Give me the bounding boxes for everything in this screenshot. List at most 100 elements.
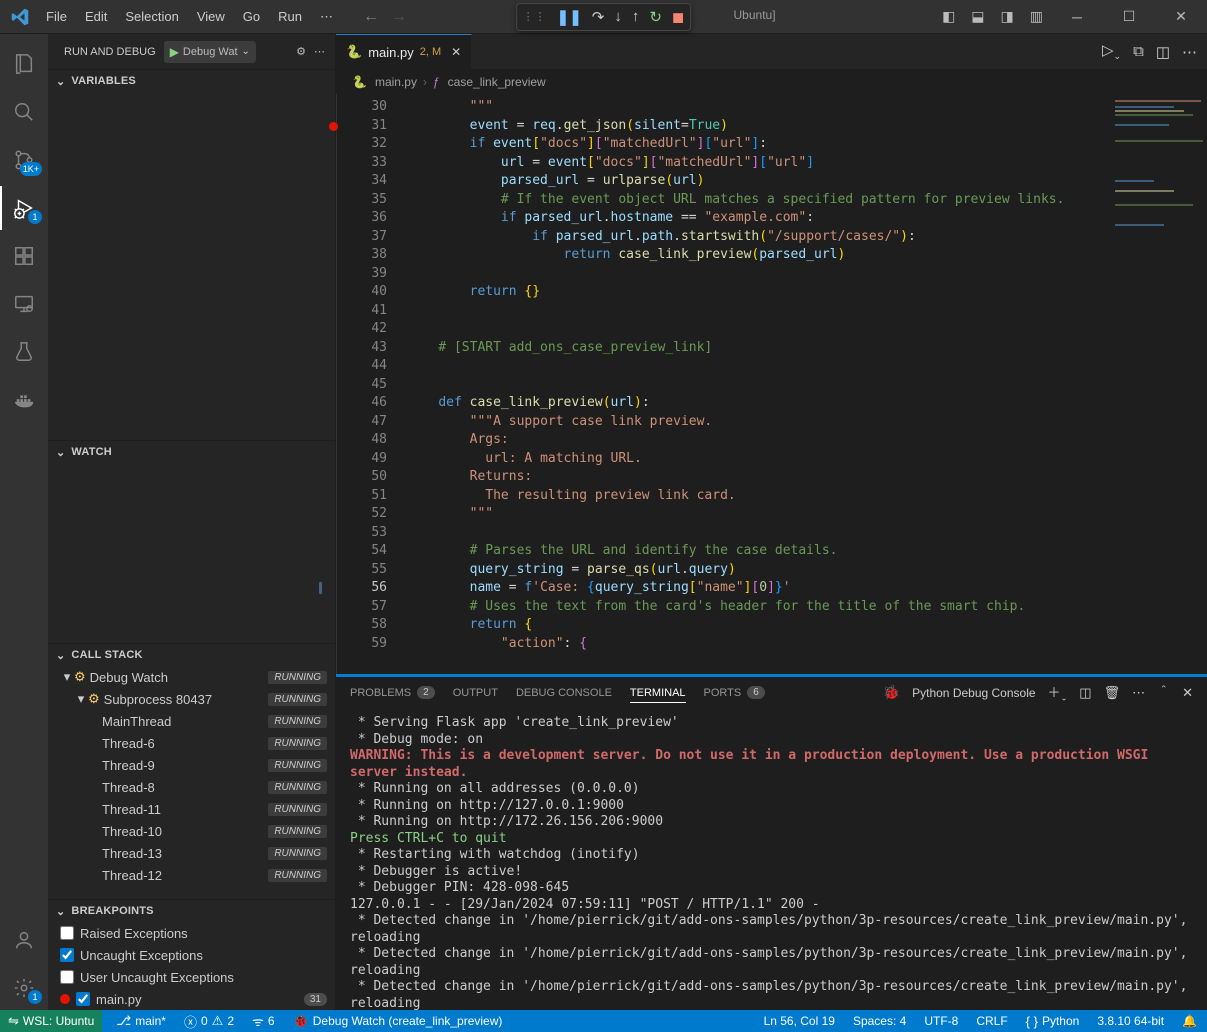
menu-view[interactable]: View	[189, 5, 233, 29]
panel-tab-terminal[interactable]: TERMINAL	[630, 683, 686, 703]
run-icon[interactable]: ▷⌄	[1102, 41, 1121, 62]
panel-tab-label: PORTS	[704, 687, 742, 699]
menu-go[interactable]: Go	[235, 5, 268, 29]
editor[interactable]: 3031323334353637383940414243444546474849…	[336, 94, 1207, 674]
new-terminal-icon[interactable]: ＋⌄	[1048, 682, 1068, 703]
split-terminal-icon[interactable]: ◫	[1079, 685, 1091, 701]
layout-custom-icon[interactable]: ▥	[1026, 4, 1047, 29]
breakpoint-row[interactable]: User Uncaught Exceptions	[48, 966, 335, 988]
menu-edit[interactable]: Edit	[77, 5, 115, 29]
split-icon[interactable]: ◫	[1156, 43, 1170, 61]
window-close-icon[interactable]: ✕	[1159, 8, 1203, 25]
layout-bottom-icon[interactable]: ⬓	[967, 4, 988, 29]
callstack-row[interactable]: ▾⚙Subprocess 80437RUNNING	[48, 688, 335, 710]
git-branch[interactable]: ⎇ main*	[112, 1013, 170, 1029]
remote-indicator[interactable]: ⇋ WSL: Ubuntu	[0, 1010, 102, 1032]
restart-icon[interactable]: ↻	[649, 8, 662, 26]
activity-testing-icon[interactable]	[0, 330, 48, 374]
callstack-row[interactable]: Thread-13RUNNING	[48, 842, 335, 864]
drag-handle-icon[interactable]: ⋮⋮	[523, 10, 547, 23]
menu-selection[interactable]: Selection	[117, 5, 186, 29]
more-icon[interactable]: ⋯	[1182, 43, 1197, 61]
section-variables-header[interactable]: ⌄ VARIABLES	[48, 70, 335, 92]
terminal-output[interactable]: * Serving Flask app 'create_link_preview…	[336, 709, 1207, 1010]
kill-terminal-icon[interactable]: 🗑	[1104, 685, 1121, 701]
panel-tab-ports[interactable]: PORTS 6	[704, 682, 765, 703]
activity-search-icon[interactable]	[0, 90, 48, 134]
nav-back-icon[interactable]: ←	[363, 8, 379, 26]
language-mode[interactable]: { } Python	[1022, 1014, 1084, 1029]
callstack-row[interactable]: Thread-6RUNNING	[48, 732, 335, 754]
breakpoint-checkbox[interactable]	[76, 992, 90, 1006]
activity-explorer-icon[interactable]	[0, 42, 48, 86]
activity-accounts-icon[interactable]	[0, 918, 48, 962]
problems-status[interactable]: ⓧ 0 ⚠ 2	[180, 1012, 238, 1031]
breakpoint-row[interactable]: main.py31	[48, 988, 335, 1010]
callstack-row[interactable]: ▾⚙Debug WatchRUNNING	[48, 666, 335, 688]
more-icon[interactable]: ⋯	[314, 45, 325, 58]
window-minimize-icon[interactable]: ─	[1055, 9, 1099, 25]
nav-forward-icon[interactable]: →	[391, 8, 407, 26]
activity-scm-icon[interactable]: 1K+	[0, 138, 48, 182]
debug-status[interactable]: 🐞 Debug Watch (create_link_preview)	[289, 1013, 507, 1029]
notifications-icon[interactable]: 🔔	[1178, 1014, 1201, 1028]
breadcrumb-symbol[interactable]: case_link_preview	[448, 75, 546, 89]
breakpoints-body: Raised ExceptionsUncaught ExceptionsUser…	[48, 922, 335, 1010]
breakpoint-row[interactable]: Uncaught Exceptions	[48, 944, 335, 966]
panel-tab-problems[interactable]: PROBLEMS 2	[350, 682, 435, 703]
ports-status[interactable]: ᯤ 6	[248, 1012, 279, 1030]
gear-icon[interactable]: ⚙	[296, 45, 306, 58]
section-callstack-header[interactable]: ⌄ CALL STACK	[48, 644, 335, 666]
activity-remote-icon[interactable]	[0, 282, 48, 326]
indentation-status[interactable]: Spaces: 4	[849, 1014, 910, 1028]
step-over-icon[interactable]: ↷	[592, 8, 605, 26]
stop-icon[interactable]: ◼	[672, 8, 684, 26]
activity-settings-icon[interactable]: 1	[0, 966, 48, 1010]
layout-right-icon[interactable]: ◨	[997, 4, 1018, 29]
eol-status[interactable]: CRLF	[972, 1014, 1011, 1028]
callstack-row[interactable]: Thread-9RUNNING	[48, 754, 335, 776]
code-area[interactable]: """ event = req.get_json(silent=True) if…	[397, 94, 1109, 674]
close-icon[interactable]: ✕	[451, 45, 461, 59]
panel-tab-debug-console[interactable]: DEBUG CONSOLE	[516, 683, 612, 703]
tab-main-py[interactable]: 🐍 main.py 2, M ✕	[336, 34, 472, 69]
section-breakpoints-header[interactable]: ⌄ BREAKPOINTS	[48, 900, 335, 922]
callstack-row[interactable]: Thread-12RUNNING	[48, 864, 335, 886]
pause-icon[interactable]: ❚❚	[557, 8, 582, 26]
layout-left-icon[interactable]: ◧	[938, 4, 959, 29]
breakpoint-row[interactable]: Raised Exceptions	[48, 922, 335, 944]
maximize-panel-icon[interactable]: ＾	[1157, 683, 1170, 702]
callstack-row[interactable]: Thread-8RUNNING	[48, 776, 335, 798]
cursor-position[interactable]: Ln 56, Col 19	[760, 1014, 839, 1028]
line-gutter[interactable]: 3031323334353637383940414243444546474849…	[337, 94, 397, 674]
breadcrumb[interactable]: 🐍 main.py › ƒ case_link_preview	[336, 70, 1207, 94]
activity-docker-icon[interactable]	[0, 378, 48, 422]
debug-floating-toolbar[interactable]: ⋮⋮ ❚❚ ↷ ↓ ↑ ↻ ◼	[516, 3, 692, 31]
breadcrumb-file[interactable]: main.py	[375, 75, 417, 89]
menu-run[interactable]: Run	[270, 5, 310, 29]
activity-extensions-icon[interactable]	[0, 234, 48, 278]
callstack-row[interactable]: Thread-11RUNNING	[48, 798, 335, 820]
callstack-row[interactable]: MainThreadRUNNING	[48, 710, 335, 732]
breakpoint-checkbox[interactable]	[60, 970, 74, 984]
more-icon[interactable]: ⋯	[1132, 685, 1145, 701]
activity-debug-icon[interactable]: 1	[0, 186, 48, 230]
menu-file[interactable]: File	[38, 5, 75, 29]
debug-config-dropdown[interactable]: ▶ Debug Wat ⌄	[164, 41, 256, 63]
terminal-profile-label[interactable]: Python Debug Console	[912, 686, 1035, 700]
menu-more[interactable]: ⋯	[312, 5, 341, 29]
compare-icon[interactable]: ⧉	[1133, 43, 1144, 60]
step-out-icon[interactable]: ↑	[632, 8, 640, 25]
encoding-status[interactable]: UTF-8	[920, 1014, 962, 1028]
section-watch-header[interactable]: ⌄ WATCH	[48, 441, 335, 463]
python-interpreter[interactable]: 3.8.10 64-bit	[1093, 1014, 1168, 1028]
chevron-down-icon: ⌄	[242, 46, 250, 57]
minimap[interactable]	[1109, 94, 1207, 674]
breakpoint-checkbox[interactable]	[60, 926, 74, 940]
close-panel-icon[interactable]: ✕	[1182, 685, 1193, 701]
breakpoint-checkbox[interactable]	[60, 948, 74, 962]
panel-tab-output[interactable]: OUTPUT	[453, 683, 498, 703]
callstack-row[interactable]: Thread-10RUNNING	[48, 820, 335, 842]
step-into-icon[interactable]: ↓	[614, 8, 622, 25]
window-maximize-icon[interactable]: ☐	[1107, 8, 1151, 25]
